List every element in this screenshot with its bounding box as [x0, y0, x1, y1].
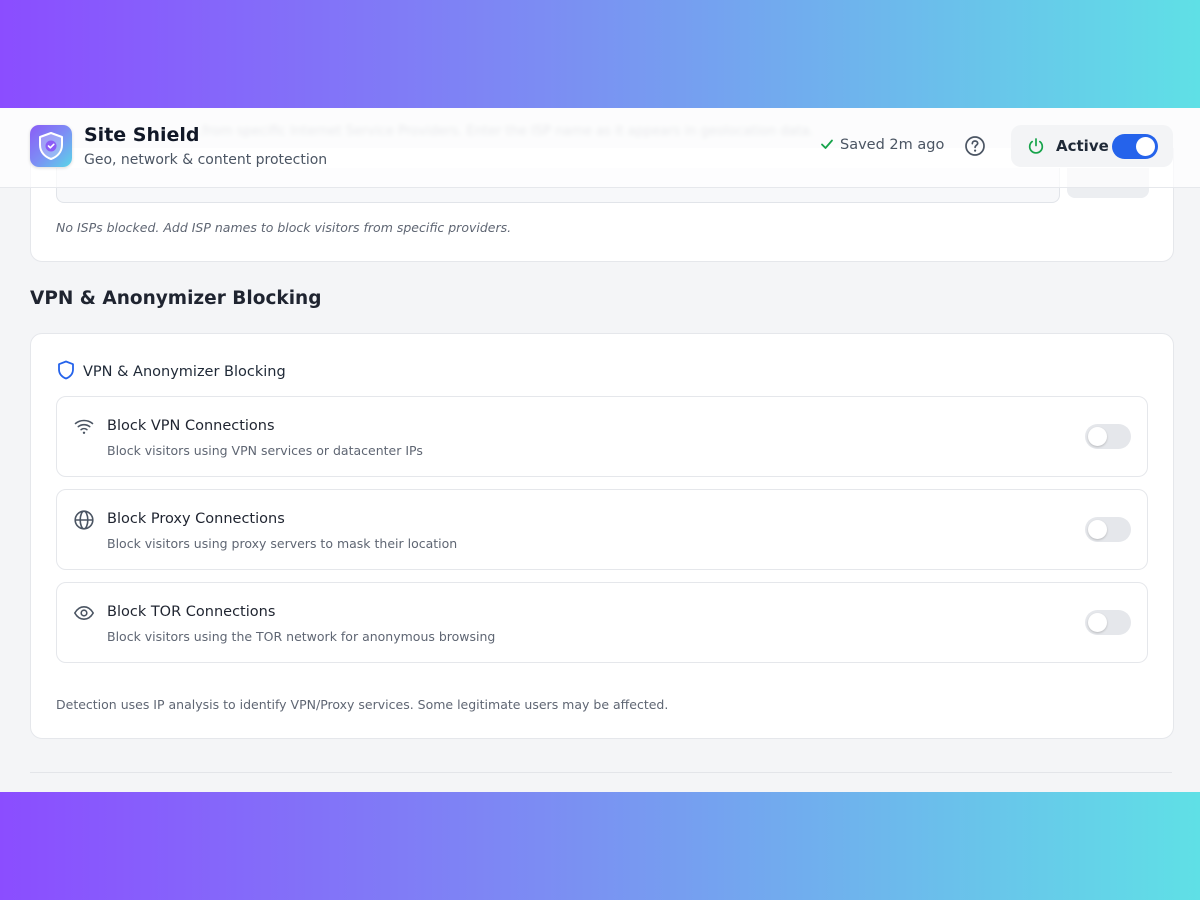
toggle-knob — [1088, 427, 1107, 446]
toggle-knob — [1088, 613, 1107, 632]
shield-icon — [58, 360, 74, 380]
block-vpn-toggle[interactable] — [1085, 424, 1131, 449]
saved-status-text: Saved 2m ago — [840, 137, 945, 153]
check-icon — [821, 139, 833, 149]
app-window: ...from specific Internet Service Provid… — [0, 108, 1200, 792]
toggle-knob — [1136, 137, 1155, 156]
option-description: Block visitors using proxy servers to ma… — [107, 536, 458, 551]
power-icon — [1028, 138, 1044, 154]
app-title: Site Shield — [84, 124, 200, 146]
saved-status: Saved 2m ago — [820, 137, 944, 153]
globe-icon — [73, 509, 95, 531]
card-title: VPN & Anonymizer Blocking — [83, 364, 286, 380]
option-block-vpn: Block VPN Connections Block visitors usi… — [56, 396, 1148, 477]
shield-logo-icon — [30, 125, 72, 167]
detection-footnote: Detection uses IP analysis to identify V… — [56, 697, 669, 712]
section-divider — [30, 772, 1172, 773]
isp-empty-message: No ISPs blocked. Add ISP names to block … — [56, 220, 512, 235]
card-header: VPN & Anonymizer Blocking — [57, 360, 286, 380]
block-tor-toggle[interactable] — [1085, 610, 1131, 635]
option-title: Block TOR Connections — [107, 604, 276, 620]
option-block-tor: Block TOR Connections Block visitors usi… — [56, 582, 1148, 663]
option-description: Block visitors using the TOR network for… — [107, 629, 496, 644]
vpn-blocking-card: VPN & Anonymizer Blocking Block VPN Conn… — [30, 333, 1174, 739]
option-title: Block Proxy Connections — [107, 511, 285, 527]
option-title: Block VPN Connections — [107, 418, 275, 434]
app-header: Site Shield Geo, network & content prote… — [0, 108, 1200, 188]
option-description: Block visitors using VPN services or dat… — [107, 443, 423, 458]
wifi-icon — [73, 416, 95, 438]
toggle-knob — [1088, 520, 1107, 539]
app-subtitle: Geo, network & content protection — [84, 152, 328, 168]
active-label: Active — [1056, 137, 1109, 155]
active-status-control: Active — [1011, 125, 1173, 167]
option-block-proxy: Block Proxy Connections Block visitors u… — [56, 489, 1148, 570]
help-icon[interactable] — [964, 135, 986, 157]
section-title: VPN & Anonymizer Blocking — [30, 288, 322, 309]
active-toggle[interactable] — [1112, 134, 1158, 159]
block-proxy-toggle[interactable] — [1085, 517, 1131, 542]
eye-icon — [73, 602, 95, 624]
